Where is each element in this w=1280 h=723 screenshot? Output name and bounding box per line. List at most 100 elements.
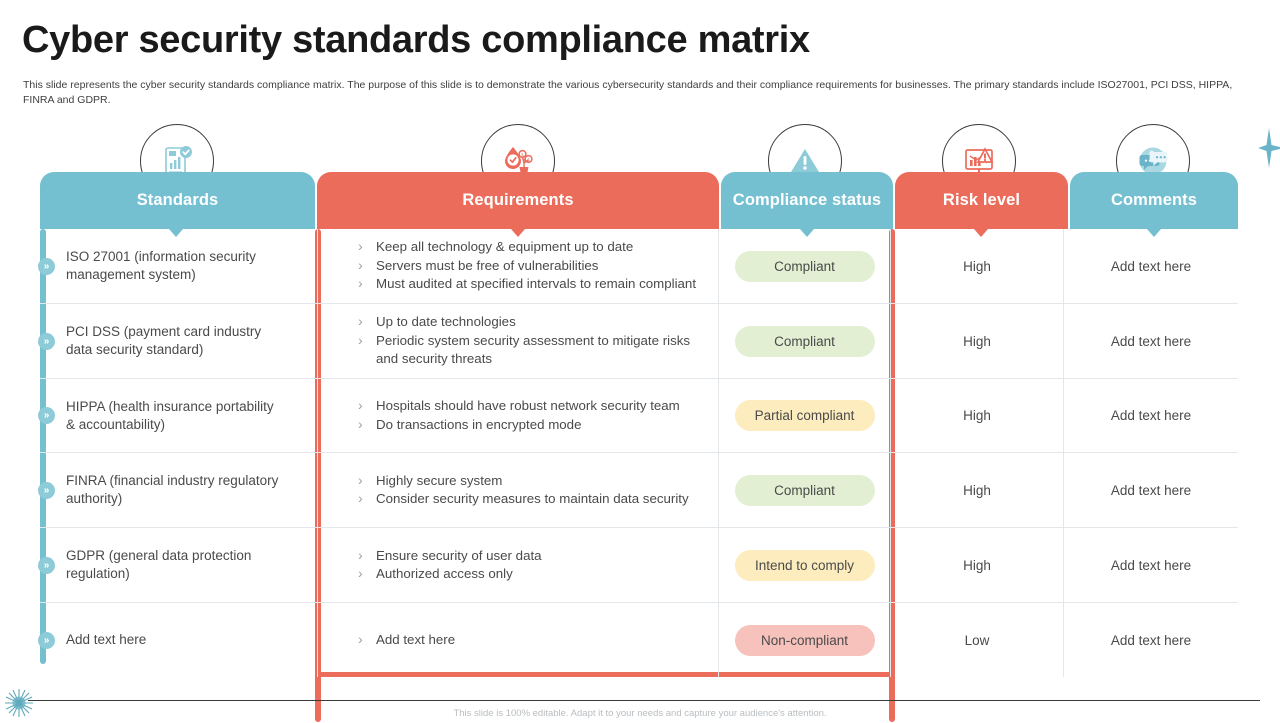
- column-header-label: Compliance status: [732, 191, 882, 209]
- table-row: » Add text here Add text here Non-compliant…: [38, 603, 1238, 677]
- requirement-item: Up to date technologies: [352, 312, 706, 332]
- cell-compliance-status: Non-compliant: [719, 603, 891, 677]
- cell-comments: Add text here: [1064, 304, 1238, 378]
- cell-compliance-status: Intend to comply: [719, 528, 891, 602]
- comment-value[interactable]: Add text here: [1111, 558, 1191, 573]
- requirement-item: Add text here: [352, 630, 706, 650]
- column-header-label: Requirements: [462, 191, 574, 209]
- cell-risk-level: High: [891, 379, 1064, 452]
- requirement-item: Ensure security of user data: [352, 546, 706, 566]
- table-row: » HIPPA (health insurance portability & a…: [38, 379, 1238, 453]
- requirements-list: Hospitals should have robust network sec…: [352, 396, 706, 435]
- standard-name: Add text here: [66, 632, 147, 647]
- column-header-requirements[interactable]: Requirements: [317, 172, 719, 229]
- requirement-item: Keep all technology & equipment up to da…: [352, 237, 706, 257]
- cell-risk-level: High: [891, 229, 1064, 303]
- cell-requirements: Highly secure systemConsider security me…: [317, 453, 719, 527]
- column-header-risk-level[interactable]: Risk level: [895, 172, 1068, 229]
- comment-value[interactable]: Add text here: [1111, 483, 1191, 498]
- cell-risk-level: High: [891, 528, 1064, 602]
- cell-compliance-status: Compliant: [719, 229, 891, 303]
- standard-name: FINRA (financial industry regulatory aut…: [66, 473, 279, 506]
- requirement-item: Must audited at specified intervals to r…: [352, 274, 706, 294]
- requirements-list: Up to date technologiesPeriodic system s…: [352, 312, 706, 369]
- status-badge[interactable]: Intend to comply: [734, 549, 875, 581]
- standard-name: GDPR (general data protection regulation…: [66, 548, 252, 581]
- requirements-list: Highly secure systemConsider security me…: [352, 471, 706, 509]
- risk-level-value: High: [963, 333, 991, 349]
- comment-value[interactable]: Add text here: [1111, 259, 1191, 274]
- cell-standard: » Add text here: [38, 603, 317, 677]
- cell-comments: Add text here: [1064, 379, 1238, 452]
- cell-comments: Add text here: [1064, 229, 1238, 303]
- comment-value[interactable]: Add text here: [1111, 334, 1191, 349]
- cell-requirements: Keep all technology & equipment up to da…: [317, 229, 719, 303]
- table-row: » PCI DSS (payment card industry data sec…: [38, 304, 1238, 379]
- column-header-compliance-status[interactable]: Compliance status: [721, 172, 893, 229]
- standard-name: HIPPA (health insurance portability & ac…: [66, 398, 274, 432]
- double-chevron-icon: »: [38, 556, 55, 574]
- table-body: » ISO 27001 (information security managem…: [38, 229, 1238, 677]
- risk-level-value: High: [963, 408, 991, 423]
- column-header-comments[interactable]: Comments: [1070, 172, 1238, 229]
- cell-requirements: Ensure security of user dataAuthorized a…: [317, 528, 719, 602]
- table-row: » GDPR (general data protection regulatio…: [38, 528, 1238, 603]
- double-chevron-icon: »: [38, 332, 55, 350]
- table-row: » ISO 27001 (information security managem…: [38, 229, 1238, 304]
- table-row: » FINRA (financial industry regulatory au…: [38, 453, 1238, 528]
- requirements-list: Ensure security of user dataAuthorized a…: [352, 546, 706, 584]
- cell-risk-level: Low: [891, 603, 1064, 677]
- cell-standard: » HIPPA (health insurance portability & a…: [38, 379, 317, 452]
- cell-standard: » ISO 27001 (information security managem…: [38, 229, 317, 303]
- status-badge[interactable]: Compliant: [734, 325, 875, 357]
- standard-name: PCI DSS (payment card industry data secu…: [66, 324, 262, 357]
- status-badge[interactable]: Compliant: [734, 474, 875, 506]
- requirement-item: Authorized access only: [352, 564, 706, 584]
- cell-comments: Add text here: [1064, 603, 1238, 677]
- requirement-item: Hospitals should have robust network sec…: [352, 396, 706, 416]
- requirement-item: Consider security measures to maintain d…: [352, 489, 706, 509]
- risk-level-value: High: [963, 258, 991, 274]
- double-chevron-icon: »: [38, 407, 55, 424]
- requirement-item: Servers must be free of vulnerabilities: [352, 256, 706, 276]
- footer-divider: [28, 700, 1260, 701]
- double-chevron-icon: »: [38, 631, 55, 649]
- cell-standard: » PCI DSS (payment card industry data sec…: [38, 304, 317, 378]
- cell-requirements: Hospitals should have robust network sec…: [317, 379, 719, 452]
- status-badge[interactable]: Non-compliant: [734, 624, 875, 656]
- requirements-list: Add text here: [352, 630, 706, 650]
- sparkle-icon-left: [4, 688, 34, 723]
- cell-standard: » FINRA (financial industry regulatory au…: [38, 453, 317, 527]
- status-badge[interactable]: Compliant: [734, 250, 875, 282]
- requirement-item: Do transactions in encrypted mode: [352, 415, 706, 435]
- cell-compliance-status: Compliant: [719, 453, 891, 527]
- footer-note: This slide is 100% editable. Adapt it to…: [453, 708, 827, 719]
- cell-risk-level: High: [891, 304, 1064, 378]
- requirements-list: Keep all technology & equipment up to da…: [352, 237, 706, 294]
- sparkle-icon-right: [1258, 128, 1280, 173]
- column-header-label: Standards: [136, 191, 219, 209]
- requirement-item: Periodic system security assessment to m…: [352, 331, 706, 369]
- page-subtitle: This slide represents the cyber security…: [23, 79, 1233, 106]
- cell-comments: Add text here: [1064, 453, 1238, 527]
- standard-name: ISO 27001 (information security manageme…: [66, 249, 256, 282]
- column-header-label: Comments: [1110, 191, 1198, 209]
- table-header-row: Standards $ $ Requirements Compliance st…: [40, 124, 1238, 237]
- cell-requirements: Up to date technologiesPeriodic system s…: [317, 304, 719, 378]
- risk-level-value: High: [963, 557, 991, 573]
- requirement-item: Highly secure system: [352, 471, 706, 491]
- comment-value[interactable]: Add text here: [1111, 633, 1191, 648]
- cell-requirements: Add text here: [317, 603, 719, 677]
- cell-compliance-status: Compliant: [719, 304, 891, 378]
- status-badge[interactable]: Partial compliant: [734, 400, 875, 431]
- page-title: Cyber security standards compliance matr…: [22, 19, 810, 61]
- cell-risk-level: High: [891, 453, 1064, 527]
- column-header-label: Risk level: [942, 191, 1021, 209]
- comment-value[interactable]: Add text here: [1111, 408, 1191, 423]
- compliance-matrix-table: Standards $ $ Requirements Compliance st…: [38, 124, 1238, 722]
- double-chevron-icon: »: [38, 257, 55, 275]
- column-header-standards[interactable]: Standards: [40, 172, 315, 229]
- risk-level-value: High: [963, 482, 991, 498]
- risk-level-value: Low: [964, 632, 990, 648]
- cell-compliance-status: Partial compliant: [719, 379, 891, 452]
